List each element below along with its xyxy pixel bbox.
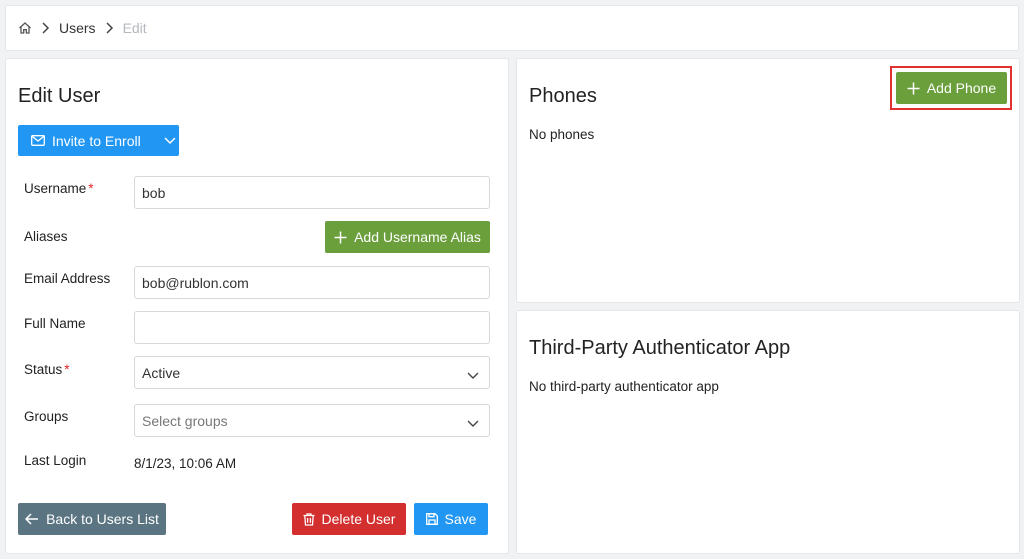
chevron-down-icon — [467, 367, 479, 383]
edit-user-card: Edit User Invite to Enroll Username * bob… — [5, 58, 509, 554]
back-to-users-list-button[interactable]: Back to Users List — [18, 503, 166, 535]
highlight-box — [890, 66, 1012, 110]
envelope-icon — [31, 135, 45, 146]
username-label: Username * — [24, 181, 94, 196]
username-label-text: Username — [24, 181, 87, 196]
email-label: Email Address — [24, 271, 111, 286]
third-party-title: Third-Party Authenticator App — [529, 337, 791, 359]
chevron-down-icon[interactable] — [164, 136, 176, 145]
groups-label: Groups — [24, 409, 69, 424]
status-select[interactable]: Active — [134, 356, 490, 389]
status-label-text: Status — [24, 362, 63, 377]
phones-title: Phones — [529, 85, 597, 107]
full-name-field[interactable] — [134, 311, 490, 344]
username-input[interactable]: bob — [134, 176, 490, 209]
plus-icon — [334, 231, 347, 244]
invite-to-enroll-button[interactable]: Invite to Enroll — [18, 125, 179, 156]
save-label: Save — [444, 511, 477, 527]
add-username-alias-button[interactable]: Add Username Alias — [325, 221, 490, 253]
last-login-label: Last Login — [24, 453, 87, 468]
full-name-label: Full Name — [24, 316, 86, 331]
third-party-authenticator-card: Third-Party Authenticator App No third-p… — [516, 310, 1020, 554]
required-mark: * — [88, 181, 94, 196]
add-username-alias-label: Add Username Alias — [354, 229, 481, 245]
no-third-party-text: No third-party authenticator app — [529, 379, 719, 394]
home-icon[interactable] — [18, 21, 32, 35]
last-login-value: 8/1/23, 10:06 AM — [134, 456, 237, 471]
breadcrumb-users-link[interactable]: Users — [59, 20, 96, 36]
chevron-down-icon — [467, 415, 479, 431]
email-field[interactable]: bob@rublon.com — [134, 266, 490, 299]
breadcrumb-current: Edit — [122, 20, 147, 36]
breadcrumb: Users Edit — [5, 5, 1019, 51]
arrow-left-icon — [25, 513, 39, 525]
delete-user-label: Delete User — [321, 511, 396, 527]
delete-user-button[interactable]: Delete User — [292, 503, 406, 535]
page-title: Edit User — [18, 85, 101, 107]
save-button[interactable]: Save — [414, 503, 488, 535]
groups-select[interactable]: Select groups — [134, 404, 490, 437]
floppy-disk-icon — [425, 513, 438, 525]
aliases-label: Aliases — [24, 229, 68, 244]
trash-icon — [303, 512, 315, 526]
chevron-right-icon — [41, 22, 50, 34]
groups-placeholder: Select groups — [142, 412, 228, 429]
status-label: Status * — [24, 362, 70, 377]
required-mark: * — [64, 362, 70, 377]
back-to-users-list-label: Back to Users List — [46, 511, 159, 527]
invite-to-enroll-label: Invite to Enroll — [52, 132, 141, 149]
status-value: Active — [142, 364, 181, 381]
chevron-right-icon — [105, 22, 114, 34]
no-phones-text: No phones — [529, 127, 595, 142]
